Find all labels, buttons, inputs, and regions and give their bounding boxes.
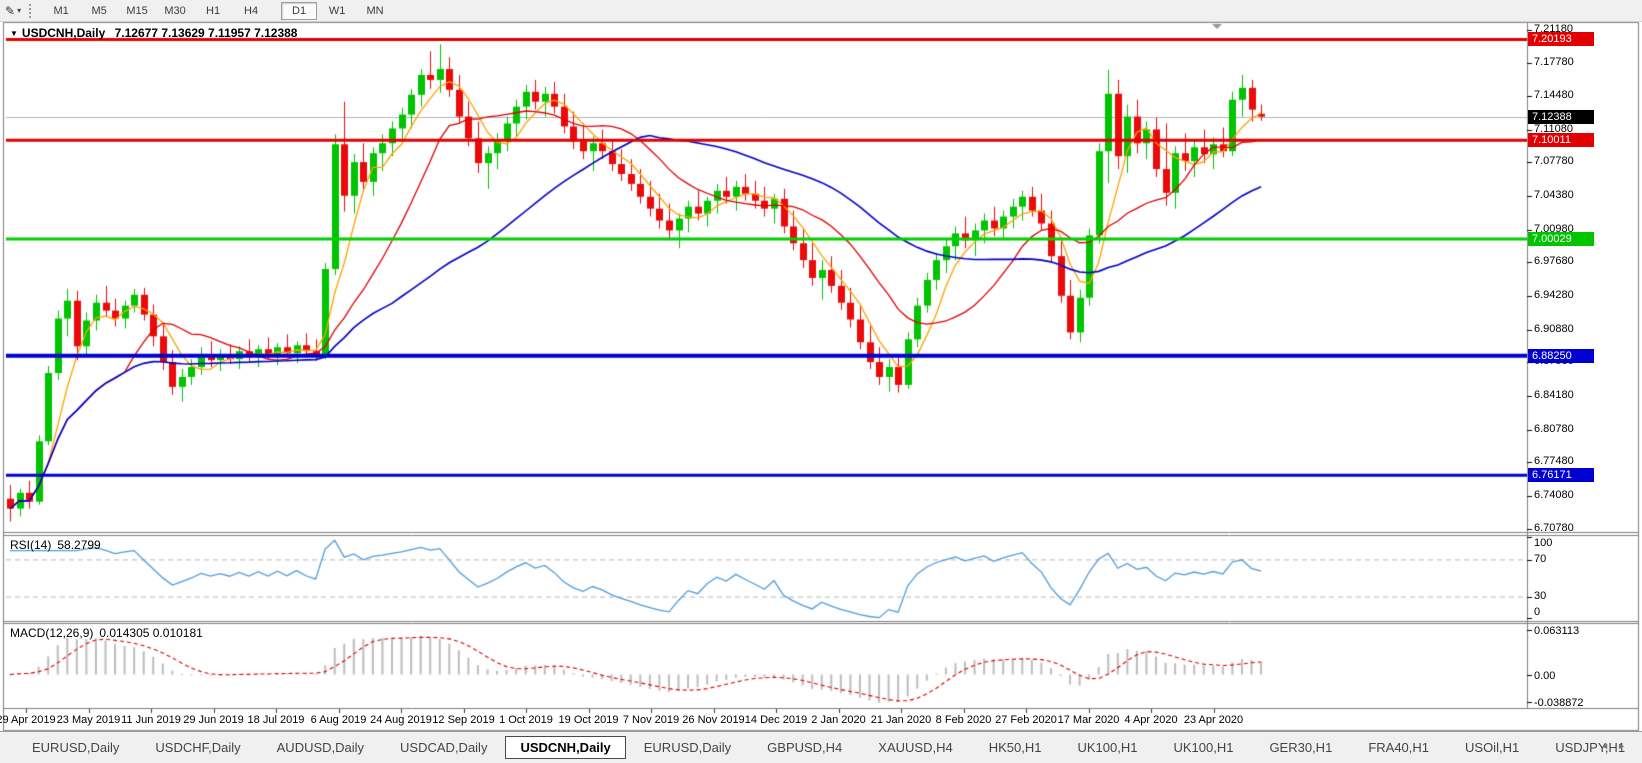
symbol-tab-eurusd-daily[interactable]: EURUSD,Daily	[626, 736, 749, 759]
chart-title: ▼ USDCNH,Daily 7.12677 7.13629 7.11957 7.…	[10, 26, 297, 40]
chevron-down-icon[interactable]: ▾	[17, 6, 21, 15]
level-badge-7.20193: 7.20193	[1528, 32, 1594, 46]
toolbar: ✎ ▾ M1M5M15M30H1H4 D1W1MN	[0, 0, 1642, 22]
symbol-tab-xauusd-h4[interactable]: XAUUSD,H4	[860, 736, 970, 759]
chart-ohlc-values: 7.12677 7.13629 7.11957 7.12388	[115, 26, 298, 40]
rsi-tick-label: 30	[1534, 590, 1546, 602]
price-tick-label: 6.97680	[1534, 255, 1574, 267]
timeframe-button-m1[interactable]: M1	[43, 2, 79, 20]
level-badge-7.00029: 7.00029	[1528, 232, 1594, 246]
symbol-tab-eurusd-daily[interactable]: EURUSD,Daily	[14, 736, 137, 759]
chart-canvas[interactable]	[0, 0, 1642, 763]
tab-scroll-arrows: ◄►	[1600, 741, 1634, 751]
symbol-tab-usdchf-daily[interactable]: USDCHF,Daily	[137, 736, 258, 759]
tab-scroll-left-icon[interactable]: ◄	[1600, 741, 1617, 751]
price-tick-label: 7.07780	[1534, 155, 1574, 167]
price-tick-label: 6.90880	[1534, 323, 1574, 335]
rsi-tick-label: 100	[1534, 537, 1552, 549]
macd-tick-label: -0.038872	[1534, 697, 1584, 709]
price-tick-label: 6.74080	[1534, 489, 1574, 501]
symbol-tab-uk100-h1[interactable]: UK100,H1	[1155, 736, 1251, 759]
symbol-tab-bar: EURUSD,DailyUSDCHF,DailyAUDUSD,DailyUSDC…	[0, 731, 1642, 763]
price-tick-label: 7.04380	[1534, 189, 1574, 201]
symbol-tab-usdcad-daily[interactable]: USDCAD,Daily	[382, 736, 505, 759]
timeframe-button-mn[interactable]: MN	[357, 2, 393, 20]
draw-tool-icon[interactable]: ✎	[5, 4, 15, 18]
symbol-tab-usoil-h1[interactable]: USOil,H1	[1447, 736, 1537, 759]
chart-symbol-label: USDCNH,Daily	[22, 26, 105, 40]
price-tick-label: 6.80780	[1534, 423, 1574, 435]
level-badge-6.88250: 6.88250	[1528, 349, 1594, 363]
timeframe-button-m30[interactable]: M30	[157, 2, 193, 20]
current-price-badge-7.12388: 7.12388	[1528, 110, 1594, 124]
date-tick-label: 23 Apr 2020	[1169, 714, 1259, 726]
toolbar-grip-handle[interactable]	[29, 4, 36, 18]
macd-name: MACD(12,26,9)	[10, 626, 93, 640]
price-tick-label: 6.70780	[1534, 522, 1574, 534]
timeframe-button-w1[interactable]: W1	[319, 2, 355, 20]
rsi-tick-label: 0	[1534, 606, 1540, 618]
macd-tick-label: 0.00	[1534, 670, 1555, 682]
symbol-tab-hk50-h1[interactable]: HK50,H1	[971, 736, 1060, 759]
mt4-terminal: ✎ ▾ M1M5M15M30H1H4 D1W1MN ▼ USDCNH,Daily 7…	[0, 0, 1642, 763]
symbol-tab-gbpusd-h4[interactable]: GBPUSD,H4	[749, 736, 860, 759]
level-badge-7.10011: 7.10011	[1528, 133, 1594, 147]
timeframe-button-m15[interactable]: M15	[119, 2, 155, 20]
rsi-value: 58.2799	[57, 538, 100, 552]
timeframe-button-d1[interactable]: D1	[281, 2, 317, 20]
timeframe-button-h1[interactable]: H1	[195, 2, 231, 20]
rsi-name: RSI(14)	[10, 538, 51, 552]
timeframe-button-h4[interactable]: H4	[233, 2, 269, 20]
price-tick-label: 6.94280	[1534, 289, 1574, 301]
timeframe-button-group: M1M5M15M30H1H4 D1W1MN	[42, 1, 404, 20]
symbol-tab-uk100-h1[interactable]: UK100,H1	[1059, 736, 1155, 759]
symbol-tab-audusd-daily[interactable]: AUDUSD,Daily	[259, 736, 382, 759]
level-badge-6.76171: 6.76171	[1528, 468, 1594, 482]
price-tick-label: 7.17780	[1534, 56, 1574, 68]
symbol-tab-fra40-h1[interactable]: FRA40,H1	[1350, 736, 1447, 759]
symbol-tab-ger30-h1[interactable]: GER30,H1	[1251, 736, 1350, 759]
symbol-tab-usdcnh-daily[interactable]: USDCNH,Daily	[505, 736, 625, 759]
collapse-chart-icon[interactable]: ▼	[10, 29, 18, 38]
rsi-indicator-label: RSI(14) 58.2799	[10, 538, 101, 552]
price-tick-label: 6.84180	[1534, 389, 1574, 401]
price-tick-label: 7.14480	[1534, 89, 1574, 101]
tab-scroll-right-icon[interactable]: ►	[1617, 741, 1634, 751]
rsi-tick-label: 70	[1534, 553, 1546, 565]
macd-tick-label: 0.063113	[1534, 625, 1579, 637]
macd-indicator-label: MACD(12,26,9) 0.014305 0.010181	[10, 626, 203, 640]
macd-values: 0.014305 0.010181	[99, 626, 202, 640]
timeframe-button-m5[interactable]: M5	[81, 2, 117, 20]
price-tick-label: 6.77480	[1534, 455, 1574, 467]
